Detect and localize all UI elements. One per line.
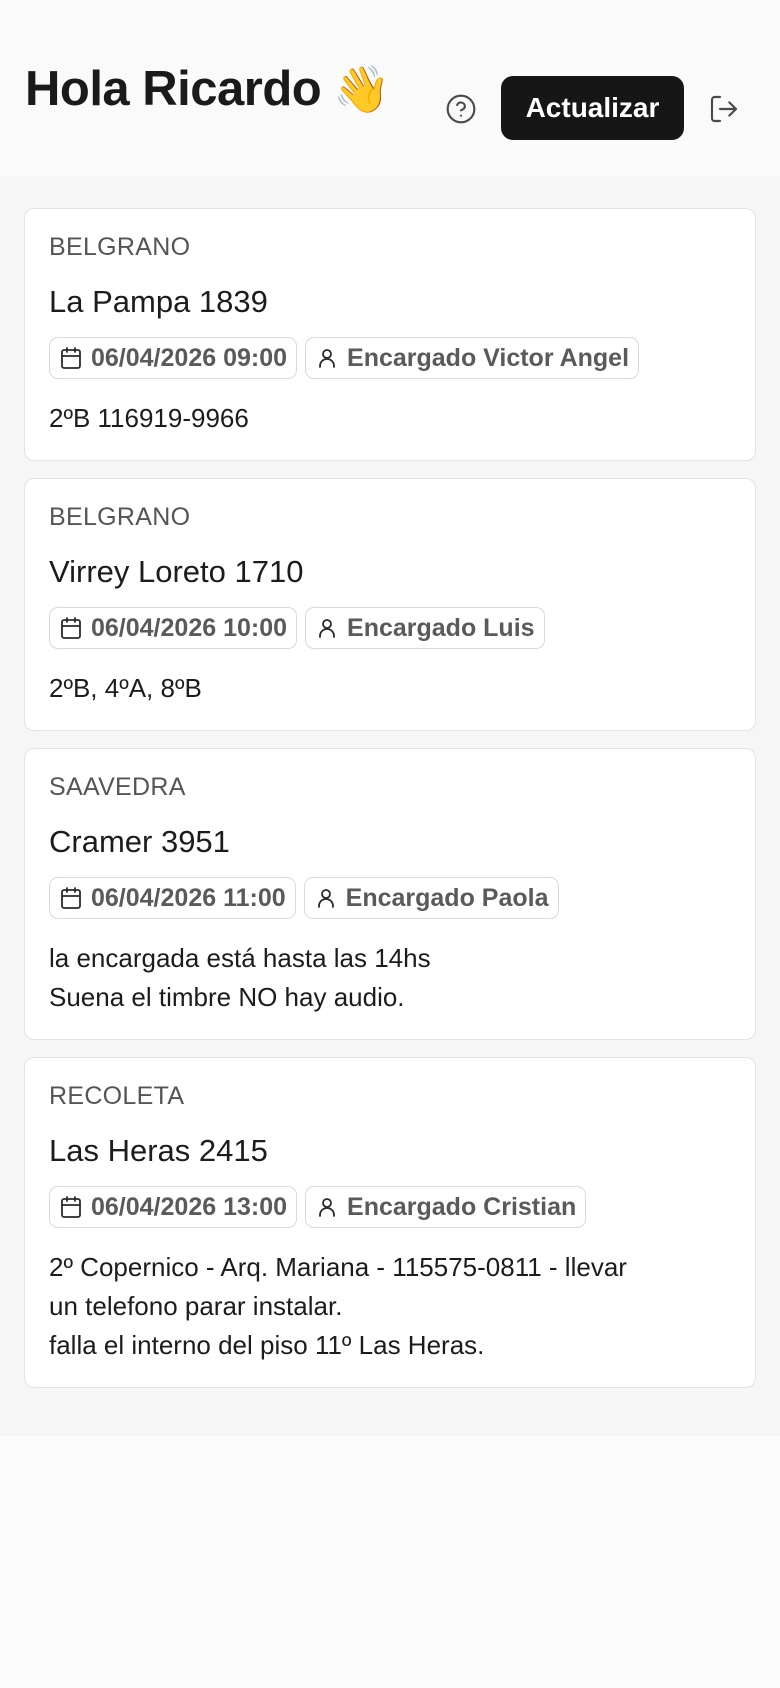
help-button[interactable] [444,92,478,126]
visit-address: Las Heras 2415 [49,1133,268,1168]
visit-address: Virrey Loreto 1710 [49,554,304,589]
visit-contact-chip: Encargado Victor Angel [305,337,640,379]
user-icon [317,889,334,908]
visit-contact: Encargado Luis [347,613,535,642]
visit-datetime-chip: 06/04/2026 09:00 [49,337,298,379]
visit-card[interactable]: BELGRANO Virrey Loreto 1710 06/04/2026 1… [24,478,756,731]
greeting-title: Hola Ricardo 👋 [25,61,391,117]
visit-notes: la encargada está hasta las 14hs Suena e… [49,943,431,1012]
user-icon [319,349,335,368]
visit-contact-chip: Encargado Cristian [305,1186,587,1228]
visit-datetime-chip: 06/04/2026 10:00 [49,607,298,649]
logout-icon [710,95,738,123]
visit-notes: 2ºB 116919-9966 [49,403,249,433]
app-header: Hola Ricardo 👋 Actualizar [0,0,780,176]
visit-datetime: 06/04/2026 09:00 [91,343,288,372]
visit-neighborhood: BELGRANO [49,233,191,261]
greeting-text: Hola Ricardo [25,62,322,116]
visit-datetime: 06/04/2026 10:00 [91,613,288,642]
visit-datetime-chip: 06/04/2026 13:00 [49,1186,298,1228]
user-icon [319,1198,335,1217]
refresh-button[interactable]: Actualizar [501,76,684,140]
visit-neighborhood: BELGRANO [49,503,191,531]
visit-contact: Encargado Victor Angel [347,343,630,372]
visit-card[interactable]: BELGRANO La Pampa 1839 06/04/2026 09:00 … [24,208,756,461]
visit-contact: Encargado Paola [345,883,549,912]
visit-address: Cramer 3951 [49,824,230,859]
calendar-icon [61,347,81,369]
visit-datetime-chip: 06/04/2026 11:00 [49,877,296,919]
visit-card[interactable]: SAAVEDRA Cramer 3951 06/04/2026 11:00 En… [24,748,756,1040]
calendar-icon [61,1196,81,1218]
visit-datetime: 06/04/2026 11:00 [91,883,286,912]
visit-notes: 2ºB, 4ºA, 8ºB [49,673,202,703]
calendar-icon [61,617,81,639]
logout-button[interactable] [707,92,741,126]
visit-contact-chip: Encargado Luis [305,607,545,649]
visit-contact: Encargado Cristian [347,1192,577,1221]
visit-contact-chip: Encargado Paola [303,877,559,919]
visit-neighborhood: SAAVEDRA [49,773,186,801]
calendar-icon [61,887,81,909]
visit-card[interactable]: RECOLETA Las Heras 2415 06/04/2026 13:00… [24,1057,756,1388]
visit-neighborhood: RECOLETA [49,1082,185,1110]
visit-list: BELGRANO La Pampa 1839 06/04/2026 09:00 … [0,176,780,1436]
visit-notes: 2º Copernico - Arq. Mariana - 115575-081… [49,1252,627,1360]
visit-address: La Pampa 1839 [49,284,268,319]
help-circle-icon [446,94,476,124]
visit-datetime: 06/04/2026 13:00 [91,1192,288,1221]
waving-hand-icon: 👋 [333,63,391,115]
user-icon [319,619,335,638]
